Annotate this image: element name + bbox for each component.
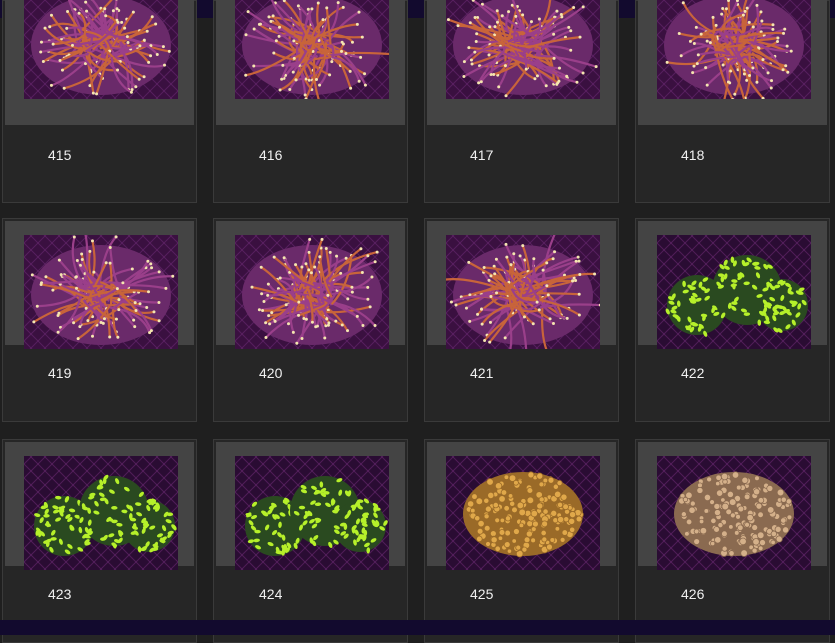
grid-cell[interactable]: 418 [635, 0, 830, 203]
thumbnail-frame [427, 0, 616, 125]
item-number: 425 [470, 586, 493, 602]
bottom-bar [0, 620, 835, 635]
grid-cell[interactable]: 422 [635, 218, 830, 422]
coral-thumbnail[interactable] [446, 235, 600, 349]
grid-cell[interactable]: 416 [213, 0, 408, 203]
coral-thumbnail[interactable] [24, 235, 178, 349]
grid-cell[interactable]: 426 [635, 439, 830, 643]
grid-cell[interactable]: 425 [424, 439, 619, 643]
coral-thumbnail[interactable] [235, 0, 389, 99]
grid-cell[interactable]: 420 [213, 218, 408, 422]
thumbnail-frame [5, 221, 194, 345]
coral-thumbnail[interactable] [446, 0, 600, 99]
coral-thumbnail[interactable] [446, 456, 600, 570]
thumbnail-frame [427, 442, 616, 566]
item-number: 418 [681, 147, 704, 163]
grid-cell[interactable]: 421 [424, 218, 619, 422]
item-number: 415 [48, 147, 71, 163]
item-number: 419 [48, 365, 71, 381]
grid-cell[interactable]: 419 [2, 218, 197, 422]
coral-thumbnail[interactable] [24, 0, 178, 99]
item-number: 421 [470, 365, 493, 381]
coral-thumbnail[interactable] [657, 0, 811, 99]
thumbnail-frame [5, 0, 194, 125]
grid-cell[interactable]: 423 [2, 439, 197, 643]
photo-grid: 415 416 417 418 419 420 421 422 423 424 425 426 [0, 0, 835, 620]
item-number: 423 [48, 586, 71, 602]
thumbnail-frame [427, 221, 616, 345]
item-number: 417 [470, 147, 493, 163]
thumbnail-frame [216, 221, 405, 345]
grid-cell[interactable]: 417 [424, 0, 619, 203]
thumbnail-frame [638, 0, 827, 125]
grid-cell[interactable]: 415 [2, 0, 197, 203]
coral-thumbnail[interactable] [657, 456, 811, 570]
coral-thumbnail[interactable] [24, 456, 178, 570]
thumbnail-frame [216, 442, 405, 566]
item-number: 416 [259, 147, 282, 163]
item-number: 426 [681, 586, 704, 602]
coral-thumbnail[interactable] [657, 235, 811, 349]
thumbnail-frame [638, 442, 827, 566]
item-number: 424 [259, 586, 282, 602]
grid-cell[interactable]: 424 [213, 439, 408, 643]
thumbnail-frame [216, 0, 405, 125]
coral-thumbnail[interactable] [235, 456, 389, 570]
item-number: 422 [681, 365, 704, 381]
item-number: 420 [259, 365, 282, 381]
thumbnail-frame [638, 221, 827, 345]
coral-thumbnail[interactable] [235, 235, 389, 349]
thumbnail-frame [5, 442, 194, 566]
